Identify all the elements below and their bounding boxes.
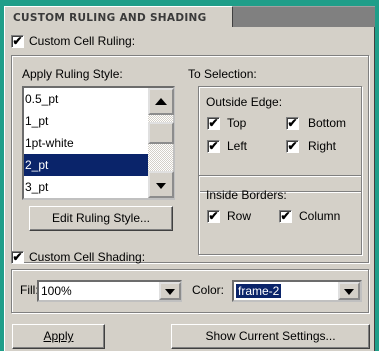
left-edge-label: Left	[227, 139, 248, 153]
check-mark-icon: ✔	[208, 209, 219, 223]
ruling-style-item[interactable]: 2_pt	[24, 154, 149, 176]
ruling-style-item[interactable]: 1_pt	[24, 110, 149, 132]
show-current-settings-button[interactable]: Show Current Settings...	[171, 324, 370, 349]
chevron-down-icon	[165, 289, 175, 295]
apply-ruling-style-label: Apply Ruling Style:	[22, 67, 123, 81]
custom-cell-ruling-checkbox[interactable]: ✔	[11, 35, 24, 48]
apply-button-label: Apply	[43, 329, 74, 343]
check-mark-icon: ✔	[12, 250, 23, 264]
check-mark-icon: ✔	[208, 116, 219, 130]
row-label: Row	[227, 209, 252, 223]
panel-title: CUSTOM RULING AND SHADING	[4, 6, 233, 27]
fill-value: 100%	[41, 284, 72, 298]
tab-strip-filler	[233, 6, 375, 27]
apply-button[interactable]: Apply	[12, 324, 105, 349]
arrow-down-icon	[156, 182, 166, 189]
fill-label: Fill:	[20, 283, 39, 297]
fill-dropdown-button[interactable]	[159, 282, 181, 300]
to-selection-label: To Selection:	[188, 67, 257, 81]
custom-cell-shading-checkbox[interactable]: ✔	[11, 251, 24, 264]
show-current-settings-label: Show Current Settings...	[205, 329, 336, 343]
custom-cell-ruling-label: Custom Cell Ruling:	[29, 34, 136, 48]
chevron-down-icon	[344, 289, 354, 295]
check-mark-icon: ✔	[287, 139, 298, 153]
check-mark-icon: ✔	[280, 209, 291, 223]
edit-ruling-style-label: Edit Ruling Style...	[51, 211, 151, 225]
right-edge-label: Right	[308, 139, 337, 153]
custom-cell-shading-label: Custom Cell Shading:	[29, 250, 146, 264]
ruling-style-item[interactable]: 1pt-white	[24, 132, 149, 154]
arrow-up-icon	[155, 97, 167, 105]
bottom-edge-label: Bottom	[308, 116, 347, 130]
column-checkbox[interactable]: ✔	[279, 210, 292, 223]
ruling-style-item[interactable]: 3_pt	[24, 176, 149, 198]
bottom-edge-checkbox[interactable]: ✔	[286, 117, 299, 130]
scroll-up-button[interactable]	[148, 88, 174, 115]
inside-borders-label: Inside Borders:	[206, 188, 287, 202]
column-label: Column	[299, 209, 341, 223]
edit-ruling-style-button[interactable]: Edit Ruling Style...	[29, 206, 173, 231]
ruling-shading-panel: ✔ Custom Cell Ruling: Apply Ruling Style…	[4, 27, 375, 351]
color-label: Color:	[192, 283, 225, 297]
scroll-down-button[interactable]	[148, 171, 174, 198]
row-checkbox[interactable]: ✔	[207, 210, 220, 223]
left-edge-checkbox[interactable]: ✔	[207, 140, 220, 153]
check-mark-icon: ✔	[287, 116, 298, 130]
top-edge-checkbox[interactable]: ✔	[207, 117, 220, 130]
check-mark-icon: ✔	[12, 34, 23, 48]
check-mark-icon: ✔	[208, 139, 219, 153]
color-dropdown-button[interactable]	[338, 282, 360, 300]
ruling-style-item[interactable]: 0.5_pt	[24, 88, 149, 110]
outside-edge-label: Outside Edge:	[206, 95, 283, 109]
scroll-thumb[interactable]	[148, 122, 174, 144]
right-edge-checkbox[interactable]: ✔	[286, 140, 299, 153]
top-edge-label: Top	[227, 116, 247, 130]
color-value: frame-2	[234, 283, 283, 299]
